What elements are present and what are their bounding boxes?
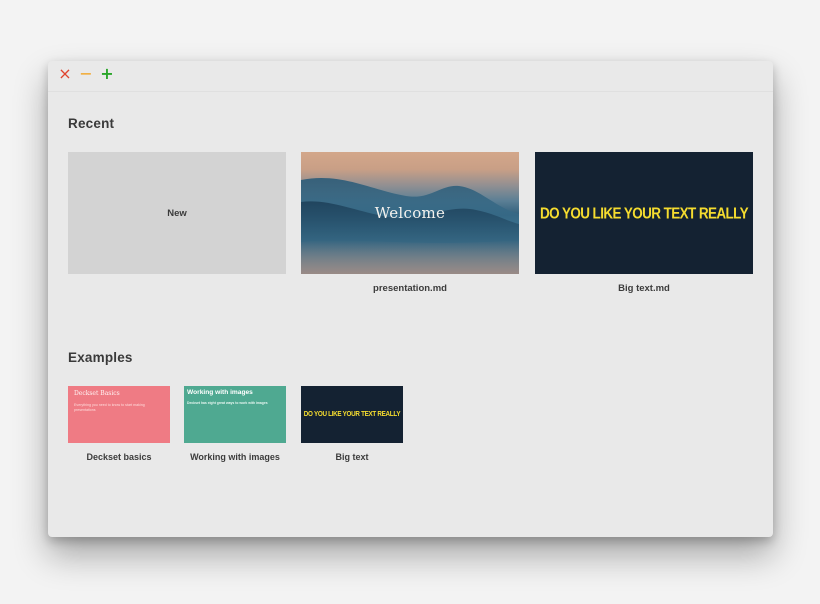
presentation-caption: presentation.md [373,283,447,294]
working-with-images-caption: Working with images [190,452,280,462]
recent-bigtext-card[interactable]: DO YOU LIKE YOUR TEXT REALLY Big text.md [535,152,753,302]
working-with-images-thumbnail[interactable]: Working with images Deckset has eight gr… [184,386,286,443]
start-window: × − + Recent New Welcome presentation.md… [48,61,773,537]
new-label: New [167,207,187,219]
recent-heading: Recent [68,116,115,131]
example-big-text-card[interactable]: DO YOU LIKE YOUR TEXT REALLY Big text [301,386,403,466]
example-working-with-images-card[interactable]: Working with images Deckset has eight gr… [184,386,286,466]
big-text-example-thumb-text: DO YOU LIKE YOUR TEXT REALLY [303,410,401,419]
deckset-basics-caption: Deckset basics [86,452,152,462]
bigtext-thumbnail[interactable]: DO YOU LIKE YOUR TEXT REALLY [535,152,753,274]
recent-new-card[interactable]: New [68,152,286,302]
big-text-example-thumbnail[interactable]: DO YOU LIKE YOUR TEXT REALLY [301,386,403,443]
recent-presentation-card[interactable]: Welcome presentation.md [301,152,519,302]
deckset-basics-thumbnail[interactable]: Deckset Basics Everything you need to kn… [68,386,170,443]
big-text-example-caption: Big text [335,452,369,462]
new-document-thumbnail[interactable]: New [68,152,286,274]
minimize-icon[interactable]: − [79,66,93,82]
welcome-thumb-text: Welcome [374,204,446,222]
examples-heading: Examples [68,350,133,365]
title-bar: × − + [48,61,773,92]
bigtext-thumb-text: DO YOU LIKE YOUR TEXT REALLY [540,204,749,222]
close-icon[interactable]: × [58,66,72,82]
working-with-images-thumb-body: Deckset has eight great ways to work wit… [187,401,268,405]
example-deckset-basics-card[interactable]: Deckset Basics Everything you need to kn… [68,386,170,466]
deckset-basics-thumb-title: Deckset Basics [74,390,120,397]
working-with-images-thumb-title: Working with images [187,389,253,396]
deckset-basics-thumb-body: Everything you need to know to start mak… [74,403,145,412]
zoom-icon[interactable]: + [100,66,114,82]
bigtext-caption: Big text.md [618,283,670,294]
presentation-thumbnail[interactable]: Welcome [301,152,519,274]
